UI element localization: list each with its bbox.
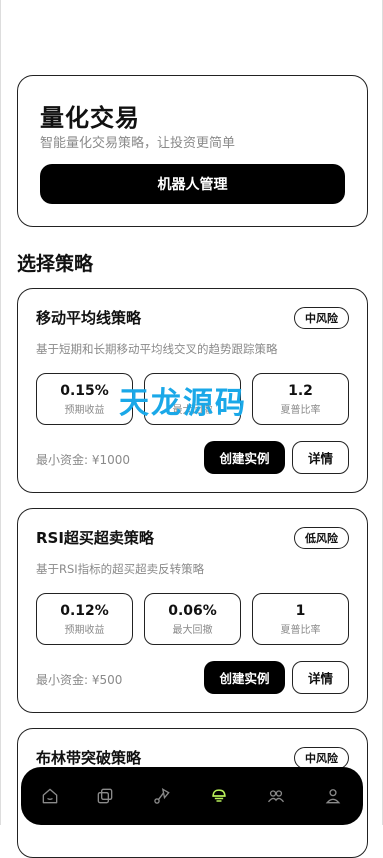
tab-profile[interactable]: [321, 784, 345, 808]
metric-label: 夏普比率: [280, 405, 321, 416]
metric-max-drawdown: 0.06% 最大回撤: [144, 593, 241, 645]
hero-subtitle: 智能量化交易策略，让投资更简单: [40, 136, 236, 151]
strategy-name: 布林带突破策略: [36, 749, 142, 767]
metric-sharpe-ratio: 1 夏普比率: [252, 593, 349, 645]
strategy-card: RSI超买超卖策略 低风险 基于RSI指标的超买超卖反转策略 0.12% 预期收…: [17, 508, 368, 713]
hero-card: 量化交易 智能量化交易策略，让投资更简单 机器人管理: [17, 75, 368, 227]
metric-value: 1: [295, 603, 306, 619]
risk-badge: 中风险: [294, 307, 349, 329]
strategy-description: 基于短期和长期移动平均线交叉的趋势跟踪策略: [36, 342, 278, 356]
metric-label: 最大回撤: [172, 625, 213, 636]
metric-label: 夏普比率: [280, 625, 321, 636]
detail-button[interactable]: 详情: [292, 441, 349, 474]
metrics-row: 0.12% 预期收益 0.06% 最大回撤 1 夏普比率: [36, 593, 349, 645]
tab-home[interactable]: [38, 784, 62, 808]
metric-label: 预期收益: [64, 405, 105, 416]
strategy-name: RSI超买超卖策略: [36, 529, 154, 547]
route-icon: [154, 788, 170, 804]
min-fund: 最小资金: ¥1000: [36, 453, 131, 467]
create-instance-button[interactable]: 创建实例: [204, 441, 285, 474]
detail-button[interactable]: 详情: [292, 661, 349, 694]
profile-icon: [325, 789, 341, 804]
metric-label: 最大回撤: [172, 405, 213, 416]
hero-title: 量化交易: [40, 104, 140, 132]
risk-badge: 低风险: [294, 527, 349, 549]
metric-sharpe-ratio: 1.2 夏普比率: [252, 373, 349, 425]
users-icon: [267, 790, 285, 803]
strategy-description: 基于RSI指标的超买超卖反转策略: [36, 562, 205, 576]
tab-strategies[interactable]: [93, 784, 117, 808]
home-icon: [42, 788, 58, 804]
metric-label: 预期收益: [64, 625, 105, 636]
metrics-row: 0.15% 预期收益 最大回撤 1.2 夏普比率: [36, 373, 349, 425]
metric-value: [145, 383, 240, 399]
create-instance-button[interactable]: 创建实例: [204, 661, 285, 694]
section-title: 选择策略: [17, 253, 94, 275]
metric-value: 0.12%: [60, 603, 109, 619]
risk-badge: 中风险: [294, 747, 349, 769]
min-fund: 最小资金: ¥500: [36, 673, 123, 687]
tab-community[interactable]: [264, 784, 288, 808]
bottom-tab-bar: [21, 767, 363, 825]
app-screen: 量化交易 智能量化交易策略，让投资更简单 机器人管理 选择策略 移动平均线策略 …: [0, 0, 383, 858]
metric-value: 1.2: [288, 383, 313, 399]
strategy-card: 移动平均线策略 中风险 基于短期和长期移动平均线交叉的趋势跟踪策略 0.15% …: [17, 288, 368, 493]
copy-icon: [97, 788, 113, 804]
metric-value: 0.06%: [168, 603, 217, 619]
robot-management-button[interactable]: 机器人管理: [40, 164, 345, 204]
strategy-name: 移动平均线策略: [36, 309, 142, 327]
robot-icon: [212, 789, 226, 802]
tab-robot[interactable]: [207, 784, 231, 808]
metric-max-drawdown: 最大回撤: [144, 373, 241, 425]
tab-routes[interactable]: [150, 784, 174, 808]
metric-expected-return: 0.15% 预期收益: [36, 373, 133, 425]
metric-expected-return: 0.12% 预期收益: [36, 593, 133, 645]
metric-value: 0.15%: [60, 383, 109, 399]
